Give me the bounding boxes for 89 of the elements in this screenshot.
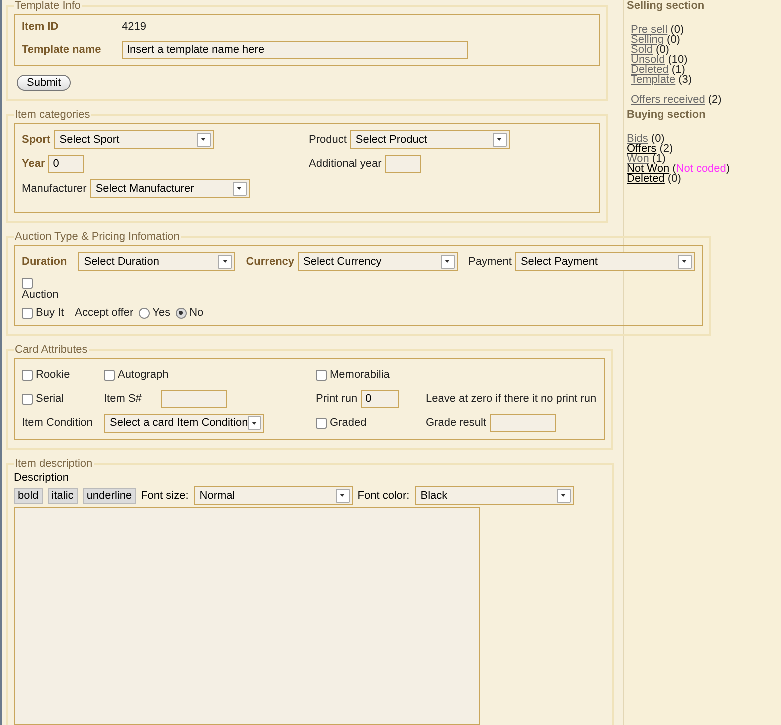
sidebar-link[interactable]: Sold bbox=[631, 45, 654, 55]
field-label: Product bbox=[309, 134, 347, 146]
section-legend: Item categories bbox=[14, 109, 92, 121]
checkbox[interactable] bbox=[22, 308, 33, 318]
count-text: (1) bbox=[672, 65, 686, 75]
section-legend: Card Attributes bbox=[14, 344, 89, 356]
field-label: Accept offer bbox=[75, 307, 134, 319]
sidebar-link[interactable]: Deleted bbox=[627, 174, 665, 184]
item-serial-field[interactable] bbox=[160, 390, 227, 408]
radio-button[interactable] bbox=[138, 308, 150, 318]
field-label: Item ID bbox=[22, 21, 60, 33]
section-heading: Buying section bbox=[627, 109, 707, 121]
field-label: Grade result bbox=[426, 417, 487, 429]
select-dropdown[interactable]: Normal bbox=[194, 486, 353, 505]
field-label: Manufacturer bbox=[22, 182, 87, 194]
field-label: Payment bbox=[468, 256, 512, 268]
print-run-field[interactable]: 0 bbox=[360, 390, 399, 408]
count-text: (2) bbox=[708, 95, 722, 105]
item-id-value: 4219 bbox=[122, 21, 148, 33]
checkbox-label: Auction bbox=[22, 289, 59, 301]
checkbox-label: Graded bbox=[330, 417, 367, 429]
sidebar-link[interactable]: Not Won bbox=[627, 164, 670, 174]
count-text: (1) bbox=[652, 154, 666, 164]
field-label: Font color: bbox=[358, 490, 410, 502]
checkbox[interactable] bbox=[22, 370, 33, 380]
hint-text: Leave at zero if there it no print run bbox=[426, 393, 597, 405]
field-label: Currency bbox=[246, 256, 295, 268]
year-field[interactable]: 0 bbox=[48, 155, 84, 173]
checkbox[interactable] bbox=[22, 278, 33, 289]
field-label: Item Condition bbox=[22, 417, 93, 429]
sidebar-link[interactable]: Offers bbox=[627, 144, 657, 154]
additional-year-field[interactable] bbox=[384, 155, 421, 173]
sidebar-link[interactable]: Selling bbox=[631, 35, 664, 45]
count-text: (0) bbox=[667, 35, 680, 45]
count-text: (0) bbox=[651, 134, 665, 144]
select-dropdown[interactable]: Select Currency bbox=[298, 252, 458, 271]
note-text: (Not coded) bbox=[672, 164, 730, 174]
format-button[interactable]: italic bbox=[48, 488, 78, 504]
sidebar-link[interactable]: Deleted bbox=[631, 65, 669, 75]
sidebar-link[interactable]: Unsold bbox=[631, 55, 666, 65]
checkbox[interactable] bbox=[316, 418, 327, 428]
checkbox-label: Serial bbox=[36, 393, 64, 405]
count-text: (2) bbox=[660, 144, 674, 154]
field-label: Additional year bbox=[309, 158, 382, 170]
sidebar-link[interactable]: Pre sell bbox=[631, 25, 668, 35]
select-dropdown[interactable]: Select Manufacturer bbox=[90, 179, 250, 198]
radio-label: No bbox=[190, 307, 204, 319]
field-label: Font size: bbox=[141, 490, 189, 502]
field-label: Sport bbox=[22, 134, 51, 146]
checkbox[interactable] bbox=[22, 394, 33, 404]
format-button[interactable]: underline bbox=[82, 488, 136, 504]
field-label: Duration bbox=[22, 256, 68, 268]
section-legend: Auction Type & Pricing Infomation bbox=[14, 231, 181, 243]
count-text: (0) bbox=[668, 174, 682, 184]
select-dropdown[interactable]: Select a card Item Condition bbox=[104, 414, 264, 432]
count-text: (10) bbox=[668, 55, 688, 65]
count-text: (0) bbox=[670, 25, 684, 35]
template-name-field[interactable]: Insert a template name here bbox=[122, 41, 468, 59]
checkbox[interactable] bbox=[104, 370, 115, 380]
checkbox-label: Rookie bbox=[36, 369, 70, 381]
count-text: (0) bbox=[656, 45, 670, 55]
field-label: Print run bbox=[316, 393, 358, 405]
section-heading: Selling section bbox=[627, 0, 706, 12]
sidebar-link[interactable]: Offers received bbox=[631, 95, 706, 105]
checkbox-label: Buy It bbox=[36, 307, 64, 319]
checkbox-label: Memorabilia bbox=[330, 369, 390, 381]
select-dropdown[interactable]: Select Payment bbox=[514, 252, 695, 271]
select-dropdown[interactable]: Select Product bbox=[350, 130, 510, 149]
section-legend: Template Info bbox=[14, 0, 82, 12]
count-text: (3) bbox=[678, 75, 692, 85]
section-legend: Item description bbox=[14, 458, 94, 470]
select-dropdown[interactable]: Black bbox=[414, 486, 574, 505]
radio-button[interactable] bbox=[176, 308, 187, 318]
field-label: Description bbox=[14, 472, 70, 484]
checkbox-label: Autograph bbox=[118, 369, 169, 381]
sidebar-link[interactable]: Won bbox=[627, 154, 650, 164]
sidebar-link[interactable]: Template bbox=[631, 75, 676, 85]
field-label: Year bbox=[22, 158, 46, 170]
select-dropdown[interactable]: Select Sport bbox=[54, 130, 214, 149]
status-note: Not coded bbox=[676, 163, 726, 175]
field-label: Item S# bbox=[104, 393, 142, 405]
submit-button[interactable]: Submit bbox=[17, 75, 72, 91]
checkbox[interactable] bbox=[316, 370, 327, 380]
field-label: Template name bbox=[22, 44, 102, 56]
format-button[interactable]: bold bbox=[14, 488, 43, 504]
select-dropdown[interactable]: Select Duration bbox=[78, 252, 236, 271]
grade-result-field[interactable] bbox=[490, 414, 556, 432]
radio-label: Yes bbox=[152, 307, 171, 319]
sidebar-link[interactable]: Bids bbox=[627, 134, 648, 144]
